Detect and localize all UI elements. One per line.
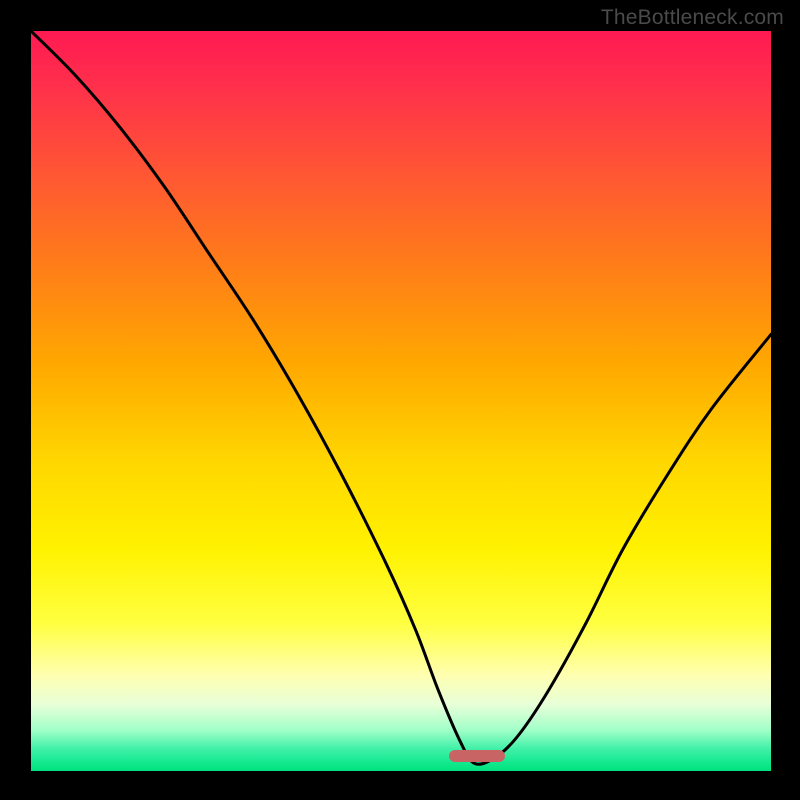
plot-area: [31, 31, 771, 771]
bottleneck-curve: [31, 31, 771, 764]
curve-svg: [31, 31, 771, 771]
optimal-marker: [449, 750, 505, 762]
watermark-text: TheBottleneck.com: [601, 6, 784, 30]
chart-container: TheBottleneck.com: [0, 0, 800, 800]
